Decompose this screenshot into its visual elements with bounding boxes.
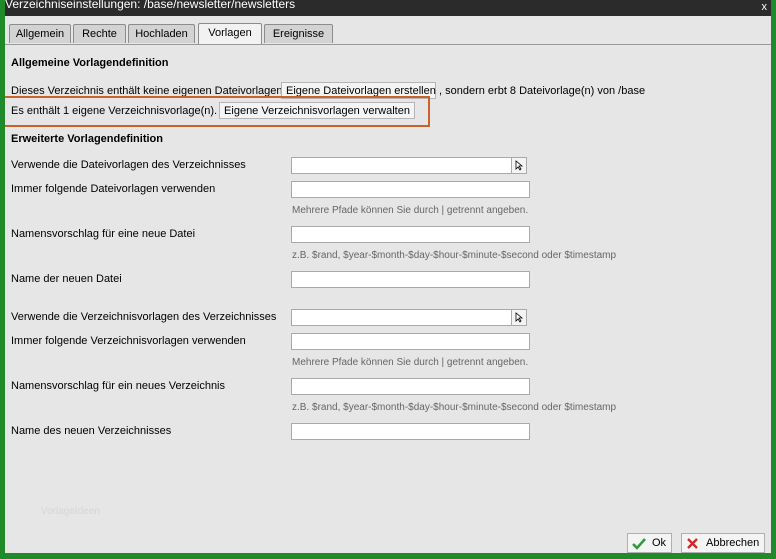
dir-name-suggestion-label: Namensvorschlag für ein neues Verzeichni…	[11, 380, 226, 392]
dir-templates-dir-combo[interactable]	[291, 309, 512, 326]
file-name-suggestion-input[interactable]	[291, 226, 530, 243]
title-bar: Verzeichniseinstellungen: /base/newslett…	[5, 0, 771, 16]
manage-dir-templates-button[interactable]: Eigene Verzeichnisvorlagen verwalten	[219, 102, 415, 119]
inherits-text: , sondern erbt 8 Dateivorlage(n) von /ba…	[439, 85, 646, 97]
cursor-icon	[515, 160, 524, 171]
cancel-button[interactable]: Abbrechen	[681, 533, 765, 553]
tab-ereignisse[interactable]: Ereignisse	[264, 24, 333, 43]
ok-button[interactable]: Ok	[627, 533, 672, 553]
settings-window: Verzeichniseinstellungen: /base/newslett…	[5, 0, 771, 553]
cancel-label: Abbrechen	[706, 537, 760, 549]
new-file-name-label: Name der neuen Datei	[11, 273, 122, 285]
dir-templates-dir-label: Verwende die Verzeichnisvorlagen des Ver…	[11, 311, 277, 323]
watermark-text: VorlageIdeen	[41, 506, 100, 517]
cursor-icon	[515, 312, 524, 323]
new-dir-name-label: Name des neuen Verzeichnisses	[11, 425, 172, 437]
file-paths-hint: Mehrere Pfade können Sie durch | getrenn…	[292, 205, 529, 216]
always-dir-templates-input[interactable]	[291, 333, 530, 350]
advanced-section-title: Erweiterte Vorlagendefinition	[11, 133, 163, 145]
dir-name-suggestion-input[interactable]	[291, 378, 530, 395]
file-name-hint: z.B. $rand, $year-$month-$day-$hour-$min…	[292, 250, 617, 261]
file-templates-dir-label: Verwende die Dateivorlagen des Verzeichn…	[11, 159, 246, 171]
dir-paths-hint: Mehrere Pfade können Sie durch | getrenn…	[292, 357, 529, 368]
always-file-templates-input[interactable]	[291, 181, 530, 198]
always-file-templates-label: Immer folgende Dateivorlagen verwenden	[11, 183, 216, 195]
dir-templates-dir-picker[interactable]	[511, 309, 527, 326]
dir-templates-text: Es enthält 1 eigene Verzeichnisvorlage(n…	[11, 105, 218, 117]
green-frame: Verzeichniseinstellungen: /base/newslett…	[0, 0, 776, 559]
new-file-name-input[interactable]	[291, 271, 530, 288]
dir-name-hint: z.B. $rand, $year-$month-$day-$hour-$min…	[292, 402, 617, 413]
file-templates-dir-picker[interactable]	[511, 157, 527, 174]
close-icon[interactable]: x	[762, 0, 768, 14]
check-icon	[632, 538, 646, 550]
tab-allgemein[interactable]: Allgemein	[9, 24, 71, 43]
tab-bar: Allgemein Rechte Hochladen Vorlagen Erei…	[5, 23, 771, 45]
general-section-title: Allgemeine Vorlagendefinition	[11, 57, 169, 69]
file-templates-dir-combo[interactable]	[291, 157, 512, 174]
tab-hochladen[interactable]: Hochladen	[128, 24, 195, 43]
tab-rechte[interactable]: Rechte	[73, 24, 126, 43]
window-title: Verzeichniseinstellungen: /base/newslett…	[5, 0, 296, 11]
new-dir-name-input[interactable]	[291, 423, 530, 440]
tab-vorlagen[interactable]: Vorlagen	[198, 23, 262, 44]
ok-label: Ok	[652, 537, 667, 549]
close-x-icon	[687, 538, 698, 549]
file-name-suggestion-label: Namensvorschlag für eine neue Datei	[11, 228, 196, 240]
always-dir-templates-label: Immer folgende Verzeichnisvorlagen verwe…	[11, 335, 246, 347]
